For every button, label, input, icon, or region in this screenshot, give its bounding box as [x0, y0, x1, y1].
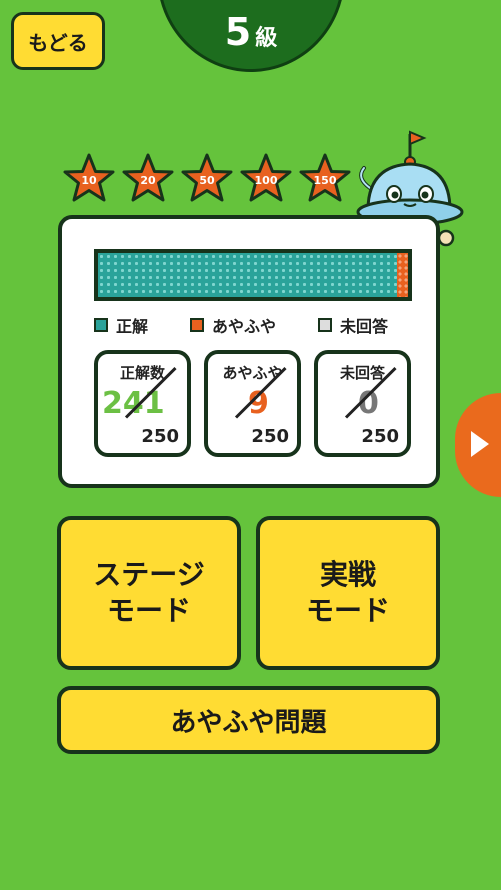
stat-title: あやふや — [222, 364, 283, 382]
progress-correct-segment — [98, 253, 397, 297]
stat-total: 250 — [361, 426, 399, 447]
chevron-right-icon — [471, 431, 489, 457]
back-button[interactable]: もどる — [11, 12, 105, 70]
progress-unsure-segment — [396, 253, 408, 297]
legend-label-correct: 正解 — [116, 317, 149, 336]
stat-total: 250 — [251, 426, 289, 447]
stage-mode-label-line1: ステージ — [93, 557, 205, 591]
milestone-star: 10 — [62, 152, 116, 206]
stage-mode-button[interactable]: ステージ モード — [57, 516, 241, 670]
stat-title: 正解数 — [119, 364, 165, 382]
stat-unsure: あやふや 9 250 — [204, 350, 301, 457]
legend-unsure: あやふや — [190, 313, 276, 337]
milestone-star: 20 — [121, 152, 175, 206]
stats-panel: 正解 あやふや 未回答 正解数 241 250 あやふや 9 250 未回答 0… — [58, 215, 440, 488]
milestone-label: 50 — [199, 174, 215, 187]
next-page-button[interactable] — [455, 393, 501, 497]
unsure-questions-button[interactable]: あやふや問題 — [57, 686, 440, 754]
legend-label-unanswered: 未回答 — [340, 317, 389, 336]
stat-value-correct: 241 — [102, 386, 165, 421]
legend-swatch-unanswered — [318, 318, 332, 332]
legend-correct: 正解 — [94, 313, 148, 337]
stat-total: 250 — [141, 426, 179, 447]
milestone-star: 100 — [239, 152, 293, 206]
stat-correct: 正解数 241 250 — [94, 350, 191, 457]
level-title: 5級 — [157, 10, 345, 54]
milestone-label: 20 — [140, 174, 156, 187]
progress-bar — [94, 249, 412, 301]
milestone-label: 100 — [254, 174, 278, 187]
battle-mode-label-line1: 実戦 — [319, 557, 376, 591]
legend-unanswered: 未回答 — [318, 313, 388, 337]
stat-unanswered: 未回答 0 250 — [314, 350, 411, 457]
legend-swatch-correct — [94, 318, 108, 332]
level-number: 5 — [224, 10, 252, 54]
milestone-star: 50 — [180, 152, 234, 206]
milestone-star: 150 — [298, 152, 352, 206]
milestone-stars: 10 20 50 100 150 — [62, 152, 362, 208]
stat-title: 未回答 — [339, 364, 385, 382]
milestone-label: 150 — [313, 174, 337, 187]
level-suffix: 級 — [255, 26, 278, 51]
legend: 正解 あやふや 未回答 — [94, 313, 412, 337]
legend-label-unsure: あやふや — [212, 317, 277, 336]
legend-swatch-unsure — [190, 318, 204, 332]
battle-mode-label-line2: モード — [305, 594, 390, 627]
stage-mode-label-line2: モード — [106, 594, 191, 627]
battle-mode-button[interactable]: 実戦 モード — [256, 516, 440, 670]
milestone-label: 10 — [81, 174, 97, 187]
